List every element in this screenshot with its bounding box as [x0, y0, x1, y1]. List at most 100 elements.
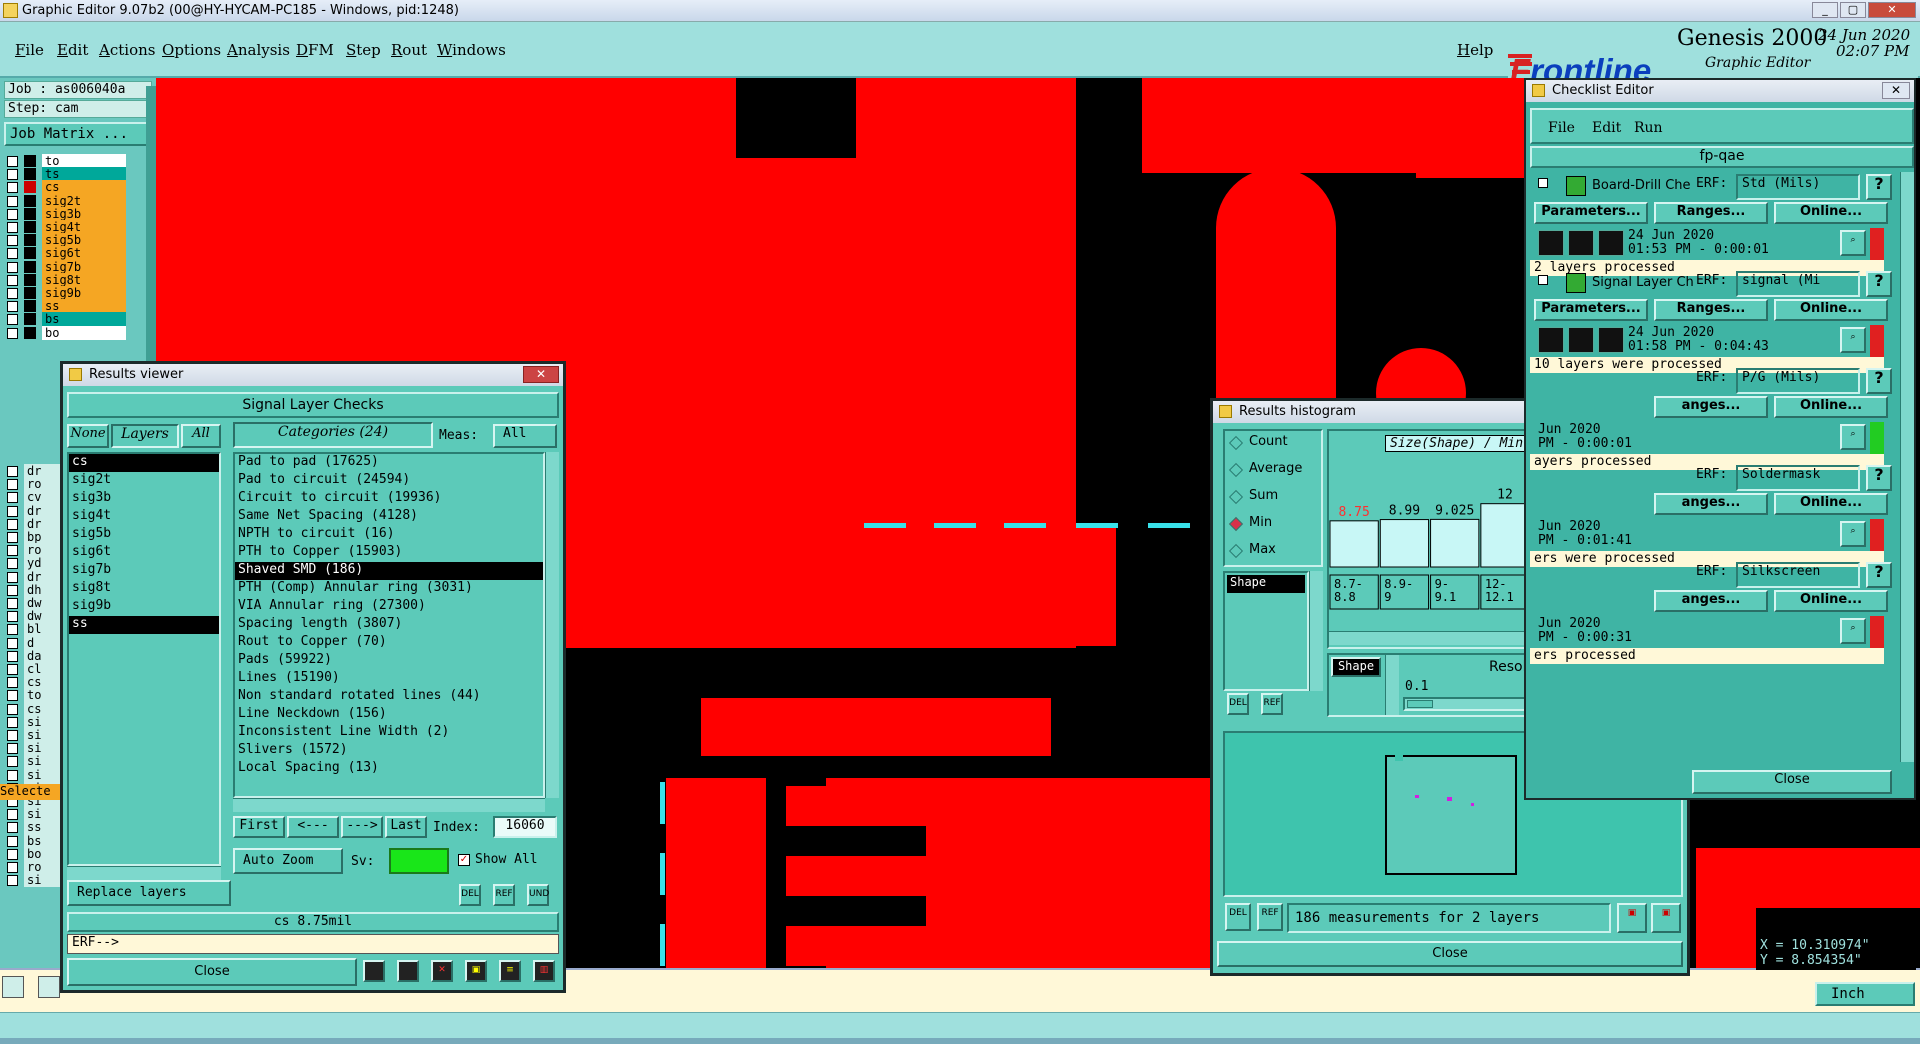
tool-icon-2[interactable]: [38, 976, 60, 998]
layer-checkbox[interactable]: [7, 730, 18, 741]
job-matrix-button[interactable]: Job Matrix ...: [4, 122, 152, 146]
category-item[interactable]: NPTH to circuit (16): [235, 526, 543, 544]
check-ranges-button[interactable]: anges...: [1654, 396, 1768, 418]
category-item[interactable]: Circuit to circuit (19936): [235, 490, 543, 508]
erf-selector[interactable]: P/G (Mils): [1736, 368, 1860, 394]
histogram-icon[interactable]: ▥: [533, 960, 555, 982]
layer-checkbox[interactable]: [7, 875, 18, 887]
layer-checkbox[interactable]: [7, 327, 18, 339]
layer-checkbox[interactable]: [7, 505, 18, 517]
filter-all-button[interactable]: All: [181, 424, 221, 448]
layer-checkbox[interactable]: [7, 235, 18, 247]
menu-dfm[interactable]: DFM: [296, 41, 334, 59]
layer-name[interactable]: sig9b: [42, 286, 126, 300]
lower-layer-name[interactable]: si: [24, 714, 64, 729]
nav-prev-button[interactable]: <---: [287, 816, 339, 838]
results-layer-item[interactable]: sig6t: [69, 544, 219, 562]
checklist-menu-edit[interactable]: Edit: [1592, 120, 1621, 136]
menu-analysis[interactable]: Analysis: [227, 41, 290, 59]
hist-ref-button[interactable]: REF: [1261, 693, 1283, 715]
hist-compare-icon[interactable]: ▣: [1651, 903, 1681, 933]
zoom-icon[interactable]: ⌕: [1840, 521, 1866, 547]
layer-checkbox[interactable]: [7, 650, 18, 662]
lower-layer-name[interactable]: ro: [24, 543, 64, 558]
categories-list[interactable]: Pad to pad (17625) Pad to circuit (24594)…: [233, 452, 545, 798]
layer-checkbox[interactable]: [7, 518, 18, 530]
zoom-icon[interactable]: ⌕: [1840, 230, 1866, 256]
lower-layer-name[interactable]: dr: [24, 516, 64, 531]
nav-last-button[interactable]: Last: [385, 816, 427, 838]
check-ranges-button[interactable]: anges...: [1654, 590, 1768, 612]
lower-layer-name[interactable]: si: [24, 728, 64, 742]
check-enabled-checkbox[interactable]: [1538, 178, 1548, 188]
layer-checkbox[interactable]: [7, 769, 18, 781]
category-item[interactable]: Local Spacing (13): [235, 760, 543, 778]
layer-checkbox[interactable]: [7, 156, 18, 167]
layer-checkbox[interactable]: [7, 598, 18, 609]
check-name[interactable]: Signal Layer Ch: [1592, 275, 1694, 290]
lower-layer-name[interactable]: da: [24, 648, 64, 663]
layer-checkbox[interactable]: [7, 222, 18, 233]
run-icon[interactable]: [1568, 230, 1594, 256]
sv-color-selector[interactable]: [389, 848, 449, 874]
export-icon[interactable]: [397, 960, 419, 982]
layer-checkbox[interactable]: [7, 248, 18, 260]
help-button[interactable]: ?: [1866, 562, 1892, 588]
categories-vscroll[interactable]: [545, 452, 559, 798]
layer-name[interactable]: ts: [42, 167, 126, 182]
menu-edit[interactable]: Edit: [57, 41, 88, 59]
layer-checkbox[interactable]: [7, 862, 18, 873]
menu-step[interactable]: Step: [346, 41, 381, 59]
results-layer-item[interactable]: sig7b: [69, 562, 219, 580]
del-button[interactable]: DEL: [459, 884, 481, 906]
nav-next-button[interactable]: --->: [341, 816, 383, 838]
check-enabled-checkbox[interactable]: [1538, 275, 1548, 285]
category-item[interactable]: Pads (59922): [235, 652, 543, 670]
check-ranges-button[interactable]: Ranges...: [1654, 202, 1768, 224]
aggregate-option-count[interactable]: Count: [1225, 431, 1321, 458]
layer-checkbox[interactable]: [7, 208, 18, 220]
layer-name[interactable]: sig6t: [42, 246, 126, 261]
layer-checkbox[interactable]: [7, 848, 18, 860]
clear-icon[interactable]: ✕: [431, 960, 453, 982]
menu-file[interactable]: File: [15, 41, 44, 59]
category-item[interactable]: Rout to Copper (70): [235, 634, 543, 652]
results-layer-item[interactable]: sig3b: [69, 490, 219, 508]
category-item[interactable]: PTH to Copper (15903): [235, 544, 543, 562]
category-item[interactable]: Lines (15190): [235, 670, 543, 688]
run-icon[interactable]: [1568, 327, 1594, 353]
checklist-close-button[interactable]: Close: [1692, 770, 1892, 794]
results-layer-item[interactable]: ss: [69, 616, 219, 634]
menu-windows[interactable]: Windows: [437, 41, 506, 59]
category-item[interactable]: Pad to circuit (24594): [235, 472, 543, 490]
check-parameters-button[interactable]: Parameters...: [1534, 202, 1648, 224]
layers-hscroll[interactable]: [67, 866, 221, 880]
hist-export-icon[interactable]: ▣: [1617, 903, 1647, 933]
filter-layers-button[interactable]: Layers: [111, 424, 179, 448]
layer-checkbox[interactable]: [7, 479, 18, 491]
layer-checkbox[interactable]: [7, 261, 18, 273]
menu-actions[interactable]: Actions: [99, 41, 155, 59]
layer-checkbox[interactable]: [7, 274, 18, 286]
categories-header[interactable]: Categories (24): [233, 422, 433, 448]
zoom-mode-selector[interactable]: Auto Zoom: [233, 848, 343, 874]
layer-name[interactable]: ss: [42, 299, 126, 314]
show-all-checkbox[interactable]: ✓: [458, 854, 470, 866]
layer-name[interactable]: sig5b: [42, 233, 126, 248]
category-item[interactable]: PTH (Comp) Annular ring (3031): [235, 580, 543, 598]
aggregate-option-average[interactable]: Average: [1225, 458, 1321, 485]
category-item[interactable]: VIA Annular ring (27300): [235, 598, 543, 616]
maximize-button[interactable]: ▢: [1840, 2, 1866, 18]
category-item[interactable]: Same Net Spacing (4128): [235, 508, 543, 526]
erf-selector[interactable]: Silkscreen: [1736, 562, 1860, 588]
close-window-button[interactable]: ✕: [1868, 2, 1916, 18]
histogram-close-button[interactable]: Close: [1217, 941, 1683, 967]
layer-name[interactable]: sig3b: [42, 206, 126, 221]
run-icon[interactable]: [1538, 327, 1564, 353]
results-layer-item[interactable]: sig8t: [69, 580, 219, 598]
category-item[interactable]: Spacing length (3807): [235, 616, 543, 634]
lower-layer-name[interactable]: dw: [24, 596, 64, 610]
shape-button[interactable]: Shape: [1331, 657, 1381, 677]
layer-checkbox[interactable]: [7, 690, 18, 702]
lower-layer-name[interactable]: yd: [24, 556, 64, 571]
